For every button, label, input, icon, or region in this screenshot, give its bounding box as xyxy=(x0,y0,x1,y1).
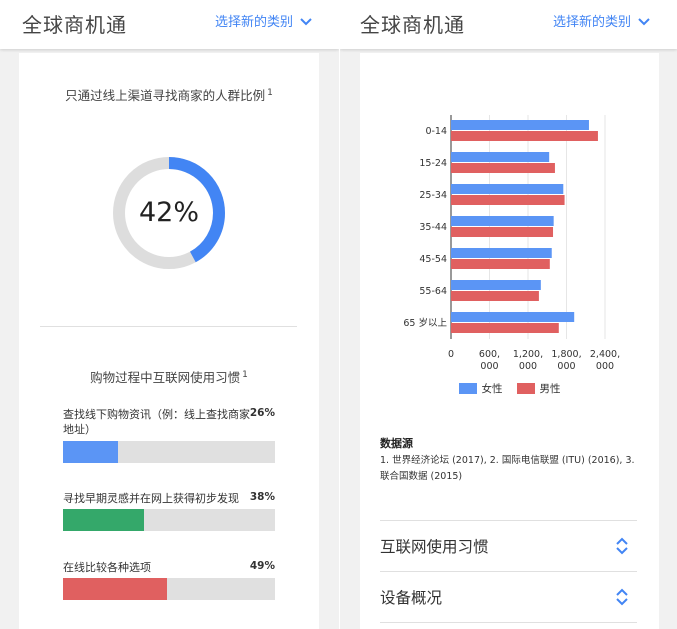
habit-label: 查找线下购物资讯（例：线上查找商家地址） xyxy=(63,408,250,436)
expand-collapse-icon xyxy=(616,537,628,555)
bar-female xyxy=(451,280,541,290)
legend-item-male: 男性 xyxy=(516,381,561,396)
accordion-label: 设备概况 xyxy=(380,589,443,607)
bar-male xyxy=(451,291,539,301)
x-tick-label: 2,400, xyxy=(590,349,620,360)
app-header: 全球商机通 选择新的类别 xyxy=(0,0,339,49)
app-title: 全球商机通 xyxy=(22,13,127,37)
bar-female xyxy=(451,184,564,194)
habit-label: 寻找早期灵感并在网上获得初步发现 xyxy=(63,492,239,505)
habit-bar-track xyxy=(63,509,275,531)
habit-value: 38% xyxy=(249,491,275,503)
x-tick-label: 0 xyxy=(448,349,454,360)
legend-label-female: 女性 xyxy=(481,383,503,395)
accordion-label: 互联网使用习惯 xyxy=(380,538,489,556)
population-bar-chart: 0-14 15-24 25-34 35-44 45-54 55-64 65 岁以上 0 600,… xyxy=(403,115,620,372)
bar-female xyxy=(451,312,575,322)
accordion-divider xyxy=(380,622,637,623)
bar-female xyxy=(451,248,552,258)
source-body: 1. 世界经济论坛 (2017), 2. 国际电信联盟 (ITU) (2016)… xyxy=(380,455,635,482)
x-tick-label: 000 xyxy=(480,361,498,372)
bar-male xyxy=(451,259,550,269)
habit-item-offline-info: 查找线下购物资讯（例：线上查找商家地址） 26% xyxy=(63,407,275,463)
right-panel: 全球商机通 选择新的类别 0-14 15-24 25-34 35-44 45-54 55-… xyxy=(340,0,677,629)
bar-male xyxy=(451,227,554,237)
bar-female xyxy=(451,152,550,162)
select-category-button[interactable]: 选择新的类别 xyxy=(553,11,651,30)
select-category-label: 选择新的类别 xyxy=(553,15,632,30)
legend-swatch-male xyxy=(516,383,535,394)
legend-item-female: 女性 xyxy=(458,381,503,396)
habit-item-compare: 在线比较各种选项 49% xyxy=(63,560,275,600)
accordion-internet-usage[interactable]: 互联网使用习惯 xyxy=(380,521,637,571)
left-panel: 全球商机通 选择新的类别 只通过线上渠道寻找商家的人群比例 1 42% 购物过程中… xyxy=(0,0,339,629)
habit-value: 26% xyxy=(249,407,275,419)
app-header: 全球商机通 选择新的类别 xyxy=(340,0,677,49)
habit-value: 49% xyxy=(249,560,275,572)
x-tick-label: 1,800, xyxy=(551,349,581,360)
category-label: 15-24 xyxy=(419,158,447,169)
category-label: 65 岁以上 xyxy=(403,317,447,329)
accordion-device-overview[interactable]: 设备概况 xyxy=(380,572,637,622)
category-label: 55-64 xyxy=(419,286,447,297)
category-label: 45-54 xyxy=(419,254,447,265)
legend-label-male: 男性 xyxy=(539,383,561,395)
bar-male xyxy=(451,131,598,141)
chevron-down-icon xyxy=(638,17,650,25)
habit-bar-fill xyxy=(63,441,119,463)
online-share-title: 只通过线上渠道寻找商家的人群比例 1 xyxy=(65,87,273,103)
bar-female xyxy=(451,120,589,130)
select-category-label: 选择新的类别 xyxy=(215,15,294,30)
habit-bar-track xyxy=(63,441,275,463)
category-label: 0-14 xyxy=(425,126,447,137)
habit-bar-fill xyxy=(63,509,144,531)
x-tick-label: 600, xyxy=(479,349,500,360)
bar-female xyxy=(451,216,554,226)
x-tick-label: 000 xyxy=(596,361,614,372)
x-tick-label: 000 xyxy=(557,361,575,372)
legend-swatch-female xyxy=(458,383,477,394)
habits-title: 购物过程中互联网使用习惯 1 xyxy=(90,369,248,385)
chevron-down-icon xyxy=(300,17,312,25)
expand-collapse-icon xyxy=(616,588,628,606)
population-card: 0-14 15-24 25-34 35-44 45-54 55-64 65 岁以上 0 600,… xyxy=(360,53,659,629)
app-title: 全球商机通 xyxy=(360,13,465,37)
donut-percent: 42% xyxy=(138,197,199,228)
habit-bar-track xyxy=(63,578,275,600)
stats-card: 只通过线上渠道寻找商家的人群比例 1 42% 购物过程中互联网使用习惯 1 查找线下… xyxy=(19,53,319,629)
x-tick-label: 000 xyxy=(519,361,537,372)
habit-label: 在线比较各种选项 xyxy=(63,561,151,574)
footnote-marker: 1 xyxy=(242,369,248,380)
x-tick-label: 1,200, xyxy=(513,349,543,360)
select-category-button[interactable]: 选择新的类别 xyxy=(215,11,313,30)
chart-legend: 女性 男性 xyxy=(360,381,659,396)
bar-male xyxy=(451,195,565,205)
habit-item-inspiration: 寻找早期灵感并在网上获得初步发现 38% xyxy=(63,491,275,531)
category-label: 25-34 xyxy=(419,190,447,201)
bar-male xyxy=(451,163,555,173)
bar-male xyxy=(451,323,559,333)
footnote-marker: 1 xyxy=(267,87,273,98)
divider xyxy=(40,326,297,327)
category-label: 35-44 xyxy=(419,222,447,233)
source-title: 数据源 xyxy=(380,437,413,450)
habit-bar-fill xyxy=(63,578,167,600)
